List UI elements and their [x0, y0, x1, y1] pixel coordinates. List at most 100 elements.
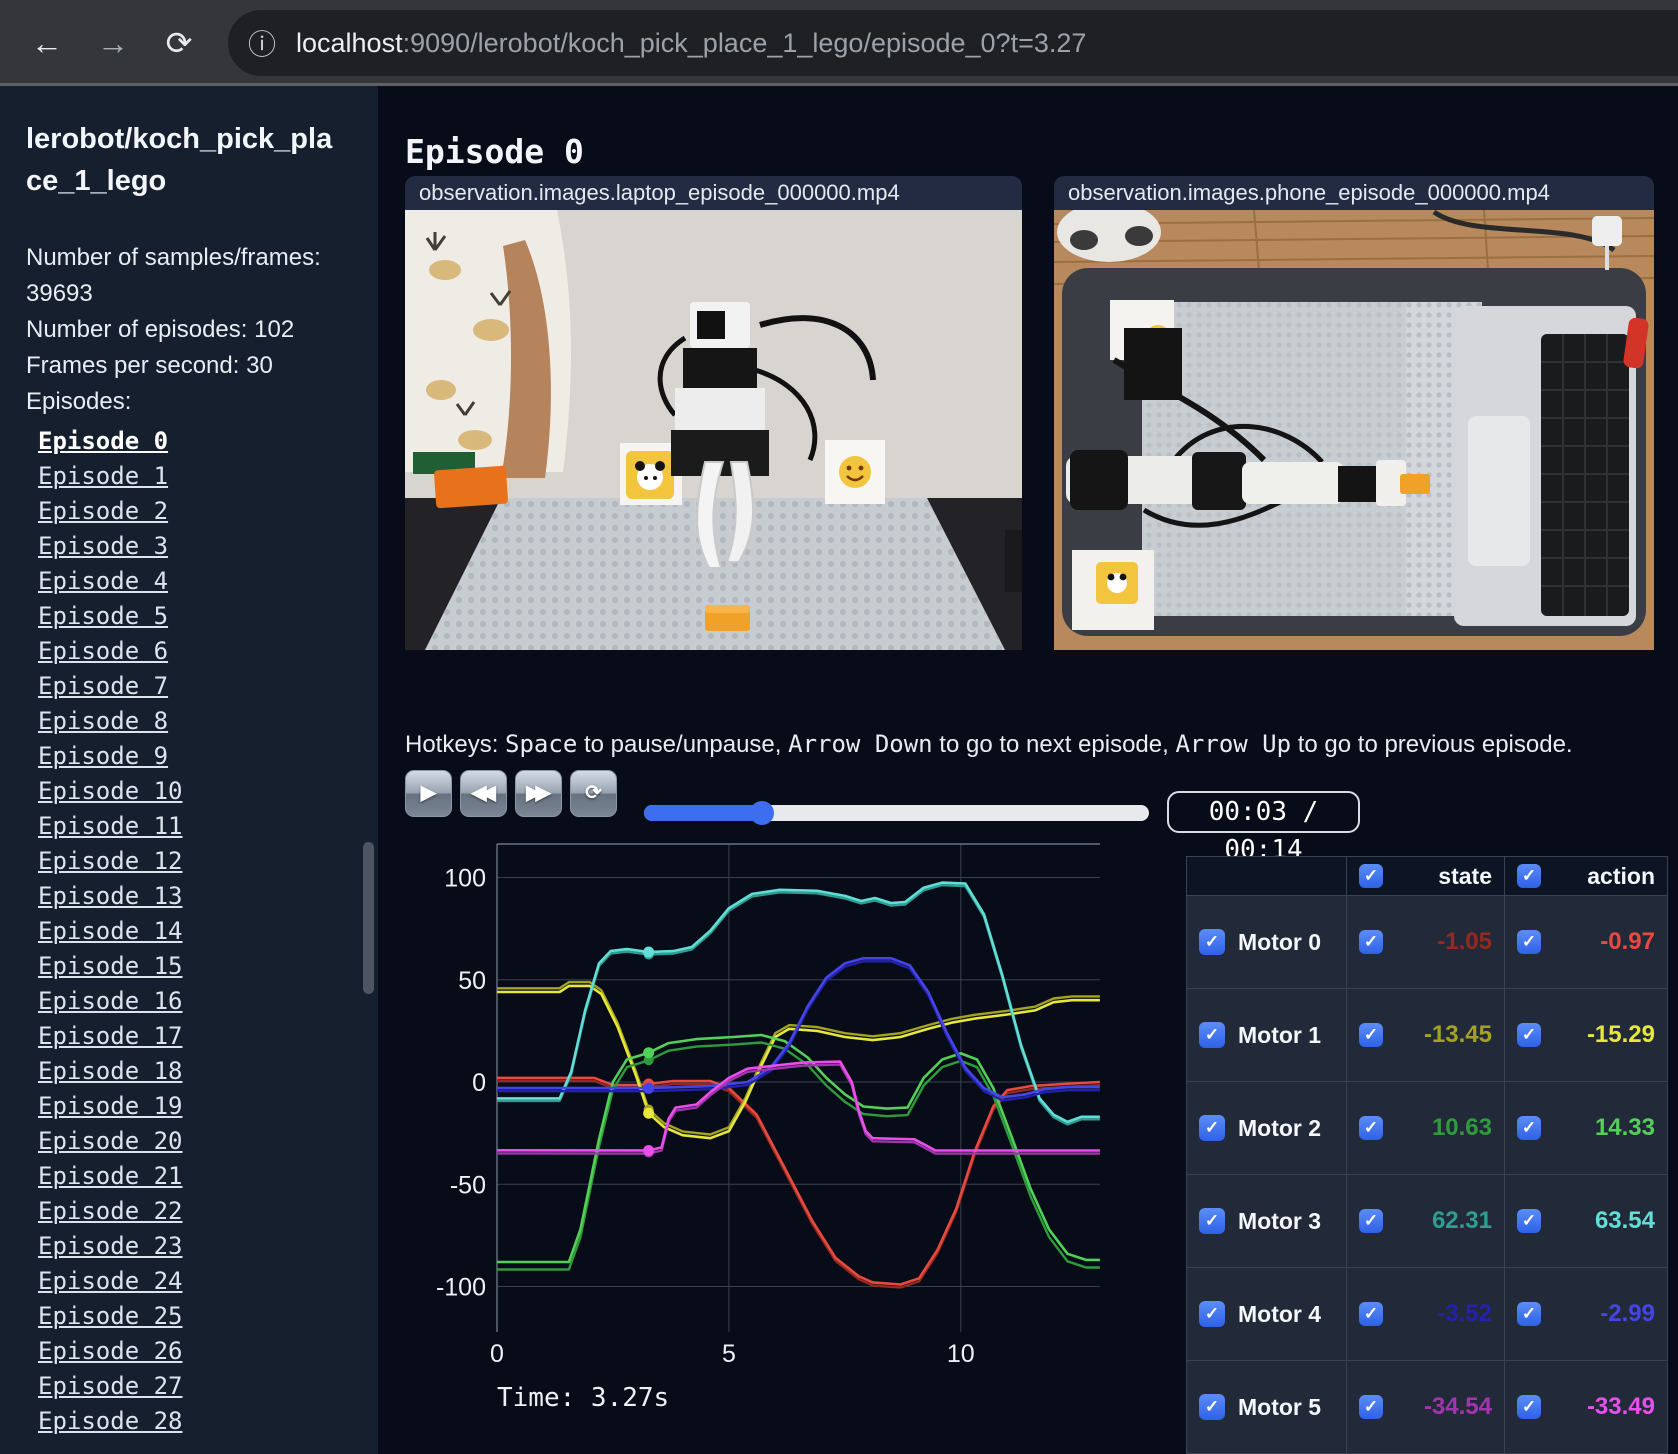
motor-table: ✓ state ✓ action ✓ Motor 0 ✓ -1.05 ✓ -0.97 ✓ Moto… [1186, 856, 1668, 1454]
orange-lego-brick-top [705, 605, 750, 613]
sidebar-episode-link[interactable]: Episode 27 [38, 1374, 183, 1398]
sidebar-episode-link[interactable]: Episode 23 [38, 1234, 183, 1258]
checkbox-icon[interactable]: ✓ [1199, 1301, 1225, 1327]
dark-object [1005, 530, 1022, 592]
white-box-bottom [1072, 550, 1154, 630]
table-row: ✓ Motor 4 ✓ -3.52 ✓ -2.99 [1186, 1267, 1668, 1361]
sidebar-episode-link[interactable]: Episode 22 [38, 1199, 183, 1223]
motor-label: Motor 1 [1238, 1021, 1322, 1048]
checkbox-icon[interactable]: ✓ [1517, 930, 1541, 954]
table-row: ✓ Motor 5 ✓ -34.54 ✓ -33.49 [1186, 1360, 1668, 1454]
browser-toolbar: ← → ⟳ ⓘ localhost:9090/lerobot/koch_pick… [0, 0, 1678, 86]
url-text[interactable]: localhost:9090/lerobot/koch_pick_place_1… [296, 28, 1086, 59]
checkbox-icon[interactable]: ✓ [1359, 1302, 1383, 1326]
episode-list: Episode 0 Episode 1 Episode 2 Episode 3 Epis… [26, 429, 378, 1433]
sidebar-episode-link[interactable]: Episode 5 [38, 604, 168, 628]
action-value: 63.54 [1594, 1207, 1655, 1234]
sidebar-episode-link[interactable]: Episode 15 [38, 954, 183, 978]
meta-fps: Frames per second: 30 [26, 352, 273, 379]
motor-label: Motor 0 [1238, 928, 1322, 955]
checkbox-icon[interactable]: ✓ [1359, 1023, 1383, 1047]
state-value: -13.45 [1423, 1021, 1492, 1048]
checkbox-icon[interactable]: ✓ [1199, 1208, 1225, 1234]
sidebar-episode-link[interactable]: Episode 8 [38, 709, 168, 733]
sidebar-episode-link[interactable]: Episode 14 [38, 919, 183, 943]
checkbox-state-column[interactable]: ✓ [1359, 864, 1383, 888]
hotkey-arrow-down: Arrow Down [788, 730, 933, 758]
sidebar-episode-link[interactable]: Episode 25 [38, 1304, 183, 1328]
action-value: -0.97 [1600, 928, 1655, 955]
svg-text:0: 0 [472, 1069, 486, 1097]
motor-label: Motor 2 [1238, 1114, 1322, 1141]
checkbox-icon[interactable]: ✓ [1359, 1395, 1383, 1419]
sidebar-episode-link[interactable]: Episode 9 [38, 744, 168, 768]
sidebar-episode-link[interactable]: Episode 18 [38, 1059, 183, 1083]
motor-label: Motor 3 [1238, 1207, 1322, 1234]
checkbox-icon[interactable]: ✓ [1517, 1023, 1541, 1047]
motor-chart[interactable]: 100 50 0 -50 -100 0 5 10 [398, 788, 1110, 1368]
table-header-row: ✓ state ✓ action [1186, 856, 1668, 896]
sidebar-episode-link[interactable]: Episode 11 [38, 814, 183, 838]
sidebar-episode-link[interactable]: Episode 17 [38, 1024, 183, 1048]
checkbox-icon[interactable]: ✓ [1199, 1115, 1225, 1141]
forward-icon[interactable]: → [90, 20, 136, 66]
svg-text:10: 10 [947, 1340, 975, 1368]
action-value: -15.29 [1586, 1021, 1655, 1048]
chart-time-label: Time: 3.27s [497, 1383, 670, 1413]
sidebar-episode-link[interactable]: Episode 2 [38, 499, 168, 523]
sidebar-episode-link[interactable]: Episode 0 [38, 429, 168, 453]
sidebar-episode-link[interactable]: Episode 1 [38, 464, 168, 488]
checkbox-icon[interactable]: ✓ [1199, 1022, 1225, 1048]
action-column-label: action [1587, 862, 1655, 889]
sidebar-episode-link[interactable]: Episode 7 [38, 674, 168, 698]
sidebar-episode-link[interactable]: Episode 4 [38, 569, 168, 593]
sidebar-episode-link[interactable]: Episode 19 [38, 1094, 183, 1118]
hotkey-space: Space [505, 730, 578, 758]
page-title: Episode 0 [405, 132, 584, 172]
sidebar-episode-link[interactable]: Episode 3 [38, 534, 168, 558]
action-value: 14.33 [1594, 1114, 1655, 1141]
reload-icon[interactable]: ⟳ [156, 20, 202, 66]
sidebar-episode-link[interactable]: Episode 20 [38, 1129, 183, 1153]
header-empty-cell [1186, 856, 1347, 896]
checkbox-icon[interactable]: ✓ [1359, 1209, 1383, 1233]
svg-text:5: 5 [722, 1340, 736, 1368]
back-icon[interactable]: ← [24, 20, 70, 66]
checkbox-icon[interactable]: ✓ [1199, 1394, 1225, 1420]
checkbox-icon[interactable]: ✓ [1517, 1395, 1541, 1419]
table-row: ✓ Motor 0 ✓ -1.05 ✓ -0.97 [1186, 895, 1668, 989]
table-row: ✓ Motor 3 ✓ 62.31 ✓ 63.54 [1186, 1174, 1668, 1268]
svg-text:0: 0 [490, 1340, 504, 1368]
svg-text:50: 50 [458, 967, 486, 995]
sidebar-episode-link[interactable]: Episode 21 [38, 1164, 183, 1188]
sidebar-episode-link[interactable]: Episode 26 [38, 1339, 183, 1363]
svg-text:100: 100 [444, 865, 486, 893]
meta-samples: Number of samples/frames: 39693 [26, 244, 321, 307]
url-host: localhost [296, 27, 403, 58]
video-player-phone[interactable] [1054, 210, 1654, 650]
sidebar-episode-link[interactable]: Episode 16 [38, 989, 183, 1013]
sidebar-scrollbar-thumb[interactable] [363, 842, 374, 994]
video-player-laptop[interactable] [405, 210, 1022, 650]
checkbox-icon[interactable]: ✓ [1517, 1302, 1541, 1326]
video-panel-laptop: observation.images.laptop_episode_000000… [405, 176, 1022, 650]
checkbox-icon[interactable]: ✓ [1517, 1209, 1541, 1233]
sidebar-episode-link[interactable]: Episode 28 [38, 1409, 183, 1433]
checkbox-icon[interactable]: ✓ [1199, 929, 1225, 955]
info-icon[interactable]: ⓘ [248, 23, 276, 63]
dataset-title: lerobot/koch_pick_place_1_lego [26, 123, 333, 197]
sidebar-episode-link[interactable]: Episode 24 [38, 1269, 183, 1293]
sidebar-episode-link[interactable]: Episode 10 [38, 779, 183, 803]
state-value: 62.31 [1431, 1207, 1492, 1234]
address-bar[interactable]: ⓘ localhost:9090/lerobot/koch_pick_place… [228, 10, 1678, 76]
checkbox-action-column[interactable]: ✓ [1517, 864, 1541, 888]
checkbox-icon[interactable]: ✓ [1359, 1116, 1383, 1140]
header-state-cell: ✓ state [1346, 856, 1505, 896]
video-title-phone: observation.images.phone_episode_000000.… [1054, 176, 1654, 210]
sidebar-episode-link[interactable]: Episode 12 [38, 849, 183, 873]
sidebar: lerobot/koch_pick_place_1_lego Number of… [0, 86, 378, 1454]
sidebar-episode-link[interactable]: Episode 13 [38, 884, 183, 908]
checkbox-icon[interactable]: ✓ [1359, 930, 1383, 954]
checkbox-icon[interactable]: ✓ [1517, 1116, 1541, 1140]
sidebar-episode-link[interactable]: Episode 6 [38, 639, 168, 663]
